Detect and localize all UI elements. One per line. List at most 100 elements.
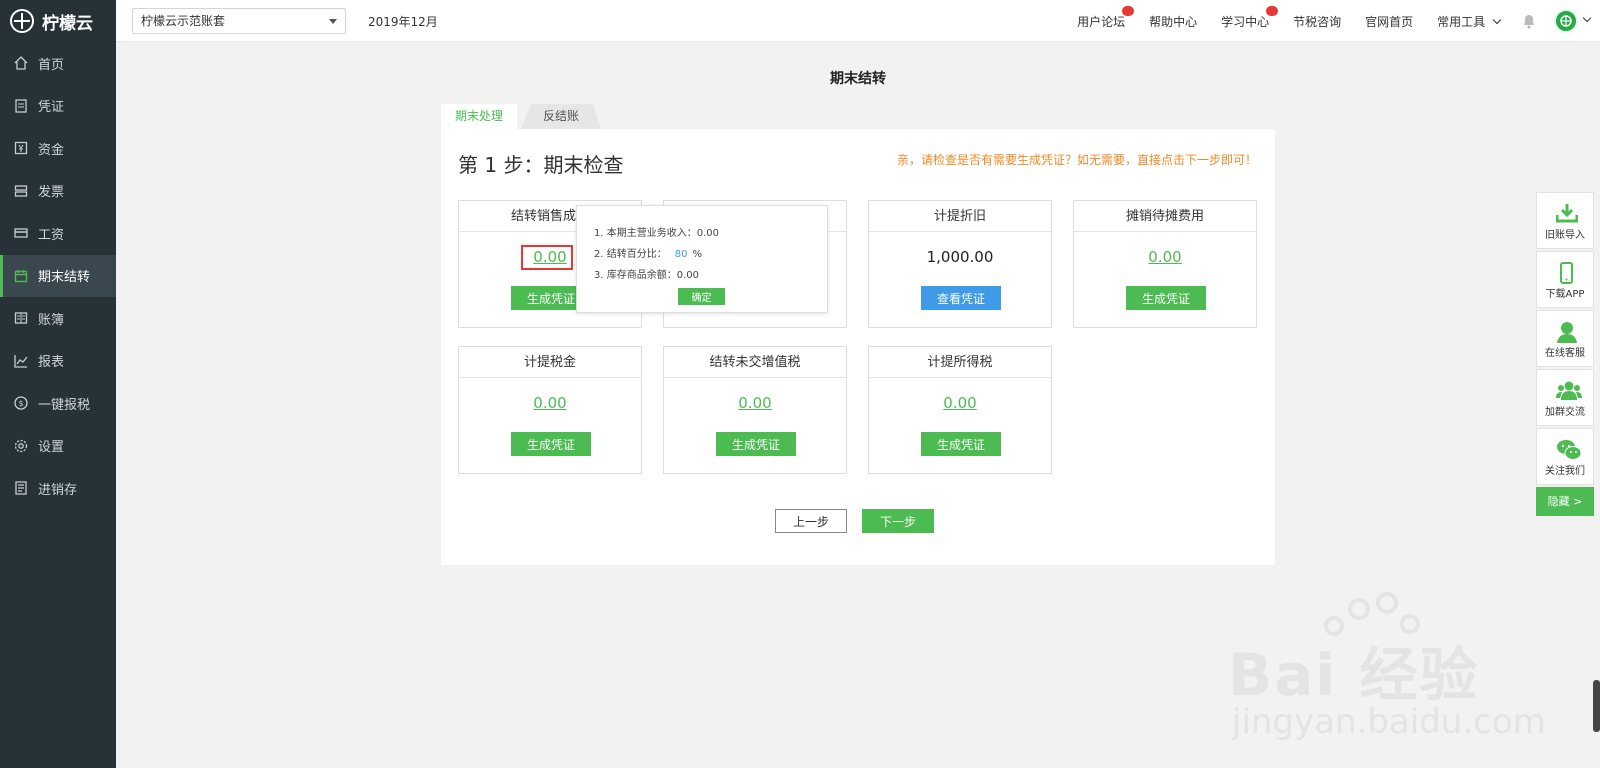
top-links: 用户论坛 帮助中心 学习中心 节税咨询 官网首页 常用工具 xyxy=(1053,0,1592,42)
learn-link[interactable]: 学习中心 xyxy=(1221,5,1279,30)
lemon-logo-icon xyxy=(10,9,34,33)
user-avatar[interactable] xyxy=(1554,9,1578,33)
forum-link[interactable]: 用户论坛 xyxy=(1077,5,1135,30)
calendar-icon xyxy=(13,268,29,284)
sidebar-item-label: 首页 xyxy=(38,57,65,73)
card-unpaid-vat: 结转未交增值税 0.00 生成凭证 xyxy=(663,346,847,474)
popup-income-line: 1. 本期主营业务收入：0.00 xyxy=(594,228,719,239)
tab-period-processing[interactable]: 期末处理 xyxy=(441,104,518,129)
sidebar-item-invoice[interactable]: 发票 xyxy=(0,170,116,213)
card-income-tax: 计提所得税 0.00 生成凭证 xyxy=(868,346,1052,474)
inventory-icon xyxy=(13,480,29,496)
fund-icon xyxy=(13,140,29,156)
home-icon xyxy=(13,55,29,71)
page-title: 期末结转 xyxy=(830,71,886,87)
official-site-link[interactable]: 官网首页 xyxy=(1365,13,1413,30)
chevron-down-icon xyxy=(1492,15,1502,24)
forum-link-label: 用户论坛 xyxy=(1077,14,1126,29)
account-select-value: 柠檬云示范账套 xyxy=(141,14,226,28)
sidebar-item-reports[interactable]: 报表 xyxy=(0,340,116,383)
sidebar-item-inventory[interactable]: 进销存 xyxy=(0,467,116,510)
main-panel: 第 1 步：期末检查 亲，请检查是否有需要生成凭证？如无需要，直接点击下一步即可… xyxy=(441,129,1275,565)
float-item-follow[interactable]: 关注我们 xyxy=(1536,428,1594,485)
chart-icon xyxy=(13,353,29,369)
dollar-icon: $ xyxy=(13,395,29,411)
float-item-label: 加群交流 xyxy=(1545,407,1585,418)
card-amount-link[interactable]: 0.00 xyxy=(869,394,1051,412)
help-link-label: 帮助中心 xyxy=(1149,14,1198,29)
tab-reverse-closing[interactable]: 反结账 xyxy=(521,104,601,129)
view-voucher-button[interactable]: 查看凭证 xyxy=(921,286,1001,310)
current-period: 2019年12月 xyxy=(368,15,438,29)
sidebar-item-period-end[interactable]: 期末结转 xyxy=(0,254,116,297)
popup-percent-label: 2. 结转百分比： xyxy=(594,249,667,260)
bell-icon[interactable] xyxy=(1522,13,1536,29)
generate-voucher-button[interactable]: 生成凭证 xyxy=(921,432,1001,456)
sidebar-item-salary[interactable]: 工资 xyxy=(0,212,116,255)
gear-icon xyxy=(13,438,29,454)
tools-menu-label: 常用工具 xyxy=(1437,14,1486,29)
popup-inventory-line: 3. 库存商品余额：0.00 xyxy=(594,270,699,281)
group-icon xyxy=(1556,380,1582,400)
generate-voucher-button[interactable]: 生成凭证 xyxy=(511,432,591,456)
hint-text: 亲，请检查是否有需要生成凭证？如无需要，直接点击下一步即可！ xyxy=(896,153,1257,167)
sidebar-item-label: 凭证 xyxy=(38,100,65,116)
chevron-down-icon[interactable] xyxy=(1582,13,1592,23)
top-bar: 柠檬云示范账套 2019年12月 用户论坛 帮助中心 学习中心 节税咨询 官网首… xyxy=(116,0,1600,42)
popup-percent-value[interactable]: 80 xyxy=(675,249,688,260)
sidebar-item-label: 报表 xyxy=(38,355,65,371)
invoice-icon xyxy=(13,183,29,199)
card-amount-link[interactable]: 0.00 xyxy=(1074,248,1256,266)
generate-voucher-button[interactable]: 生成凭证 xyxy=(716,432,796,456)
official-site-link-label: 官网首页 xyxy=(1365,14,1414,29)
popup-percent-unit: % xyxy=(692,249,702,260)
hide-panel-button[interactable]: 隐藏 > xyxy=(1536,487,1594,516)
card-amount-link[interactable]: 0.00 xyxy=(664,394,846,412)
watermark-text: Bai 经验 xyxy=(1228,641,1480,709)
hot-badge-icon xyxy=(1266,5,1279,16)
sidebar-item-settings[interactable]: 设置 xyxy=(0,425,116,468)
generate-voucher-button[interactable]: 生成凭证 xyxy=(1126,286,1206,310)
sidebar: 柠檬云 首页 凭证 资金 发票 工资 期末结转 账簿 报表 $ 一键报税 设置 … xyxy=(0,0,116,768)
paw-toe-icon xyxy=(1348,598,1370,620)
float-item-import[interactable]: 旧账导入 xyxy=(1536,192,1594,249)
baidu-watermark: Bai 经验 jingyan.baidu.com xyxy=(1228,592,1546,742)
sidebar-item-label: 设置 xyxy=(38,440,65,456)
float-item-app[interactable]: 下载APP xyxy=(1536,251,1594,308)
wechat-icon xyxy=(1556,439,1582,460)
card-title: 计提折旧 xyxy=(869,201,1051,232)
card-amount-link[interactable]: 0.00 xyxy=(459,394,641,412)
svg-text:$: $ xyxy=(18,399,23,408)
card-title: 结转未交增值税 xyxy=(664,347,846,378)
sidebar-item-books[interactable]: 账簿 xyxy=(0,297,116,340)
download-icon xyxy=(1555,203,1579,223)
help-link[interactable]: 帮助中心 xyxy=(1149,13,1197,30)
float-item-service[interactable]: 在线客服 xyxy=(1536,310,1594,367)
voucher-icon xyxy=(13,98,29,114)
sidebar-item-label: 发票 xyxy=(38,185,65,201)
tax-consult-link-label: 节税咨询 xyxy=(1293,14,1342,29)
sales-cost-popup: 1. 本期主营业务收入：0.00 2. 结转百分比： 80% 3. 库存商品余额：… xyxy=(576,205,828,313)
app-logo[interactable]: 柠檬云 xyxy=(0,0,116,42)
chevron-down-icon xyxy=(329,19,337,24)
salary-icon xyxy=(13,225,29,241)
float-item-group[interactable]: 加群交流 xyxy=(1536,369,1594,426)
tools-menu[interactable]: 常用工具 xyxy=(1437,13,1502,30)
sidebar-item-label: 资金 xyxy=(38,142,65,158)
sidebar-item-label: 工资 xyxy=(38,227,65,243)
sidebar-item-voucher[interactable]: 凭证 xyxy=(0,85,116,128)
learn-link-label: 学习中心 xyxy=(1221,14,1270,29)
scroll-handle[interactable] xyxy=(1593,680,1600,732)
popup-confirm-button[interactable]: 确定 xyxy=(678,288,725,305)
highlight-box xyxy=(521,245,573,270)
account-select[interactable]: 柠檬云示范账套 xyxy=(132,8,346,34)
sidebar-item-fund[interactable]: 资金 xyxy=(0,127,116,170)
sidebar-item-tax[interactable]: $ 一键报税 xyxy=(0,382,116,425)
card-amount: 1,000.00 xyxy=(926,248,994,266)
popup-percent-line: 2. 结转百分比： 80% xyxy=(594,245,702,260)
tab-bar: 期末处理 反结账 xyxy=(441,104,601,129)
sidebar-item-home[interactable]: 首页 xyxy=(0,42,116,85)
tax-consult-link[interactable]: 节税咨询 xyxy=(1293,13,1341,30)
next-step-button[interactable]: 下一步 xyxy=(862,509,934,533)
prev-step-button[interactable]: 上一步 xyxy=(775,509,847,533)
